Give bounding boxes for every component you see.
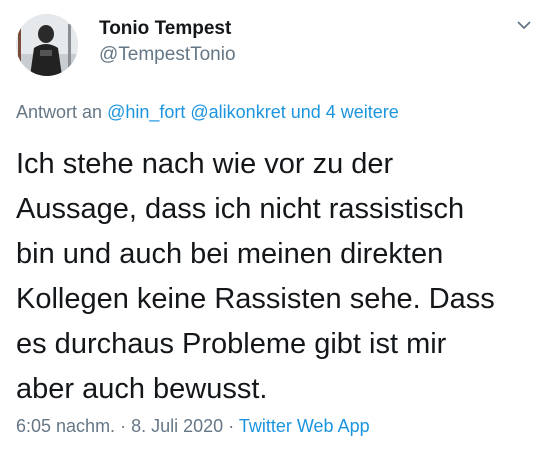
tweet-card: Tonio Tempest @TempestTonio Antwort an @…	[0, 0, 553, 462]
profile-photo	[16, 14, 78, 76]
mention-link[interactable]: @alikonkret	[190, 102, 285, 122]
tweet-date[interactable]: 8. Juli 2020	[131, 416, 223, 436]
user-handle[interactable]: @TempestTonio	[99, 44, 236, 66]
tweet-meta: 6:05 nachm. · 8. Juli 2020 · Twitter Web…	[16, 416, 370, 437]
reply-context: Antwort an @hin_fort @alikonkret und 4 w…	[16, 102, 399, 123]
more-mentions-link[interactable]: und 4 weitere	[291, 102, 399, 122]
reply-prefix: Antwort an	[16, 102, 103, 122]
meta-separator: ·	[228, 416, 235, 436]
chevron-down-icon	[517, 21, 531, 29]
tweet-time[interactable]: 6:05 nachm.	[16, 416, 115, 436]
avatar[interactable]	[16, 14, 78, 76]
display-name[interactable]: Tonio Tempest	[99, 18, 231, 40]
meta-separator: ·	[120, 416, 127, 436]
mention-link[interactable]: @hin_fort	[107, 102, 185, 122]
tweet-source-link[interactable]: Twitter Web App	[239, 416, 370, 436]
tweet-text: Ich stehe nach wie vor zu der Aussage, d…	[16, 148, 495, 405]
tweet-menu-button[interactable]	[510, 14, 538, 36]
